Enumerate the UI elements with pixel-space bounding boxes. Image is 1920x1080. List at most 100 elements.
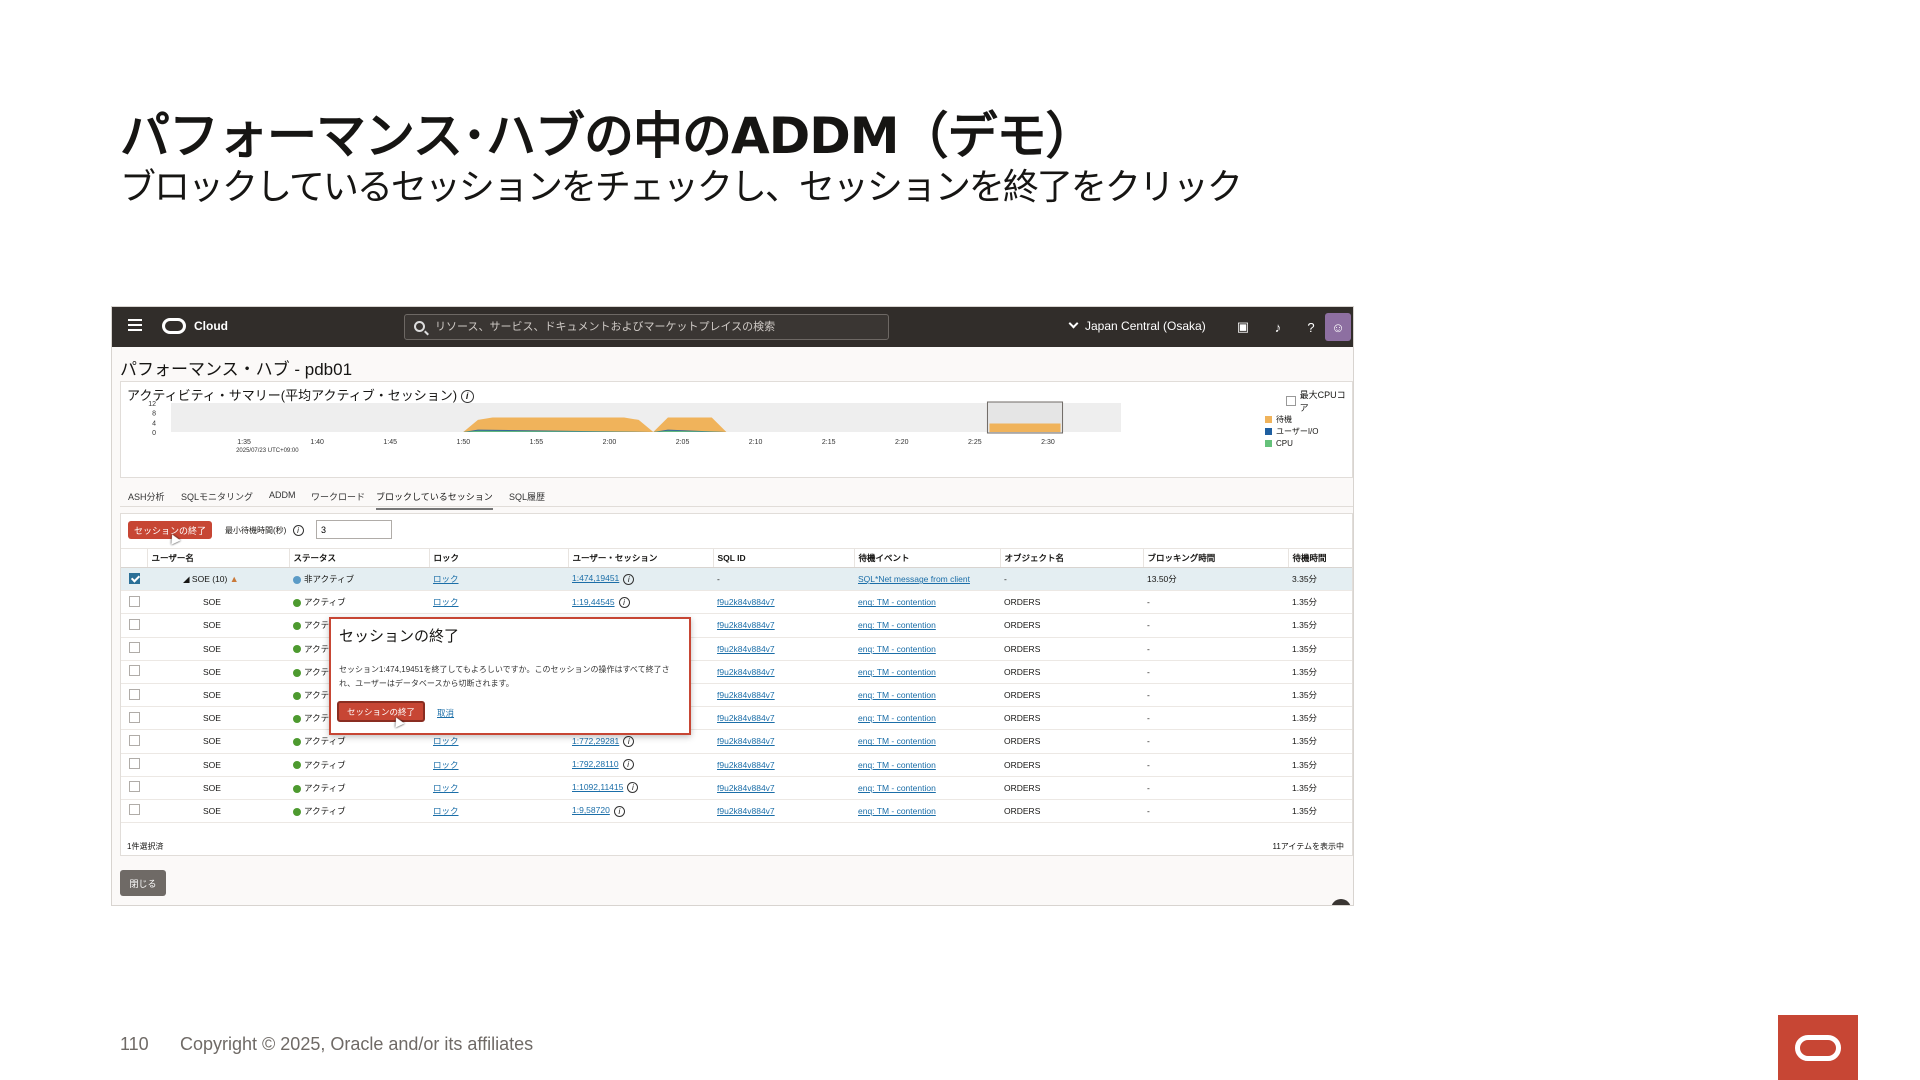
lock-link[interactable]: ロック: [433, 760, 459, 770]
wait-event-link[interactable]: enq: TM - contention: [858, 620, 936, 630]
table-row-parent[interactable]: ◢ SOE (10) ▲ 非アクティブ ロック 1:474,19451 i - S…: [121, 567, 1352, 592]
col-status[interactable]: ステータス: [288, 548, 429, 568]
lock-link[interactable]: ロック: [433, 736, 459, 746]
expand-icon[interactable]: ◢: [183, 574, 190, 584]
search-input[interactable]: [435, 318, 875, 336]
region-selector[interactable]: Japan Central (Osaka): [1068, 318, 1206, 333]
sql-id-link[interactable]: f9u2k84v884v7: [717, 690, 775, 700]
table-row[interactable]: SOE アクティブ ロック 1:792,28110 i f9u2k84v884v7 enq:…: [121, 753, 1352, 777]
sql-id-link[interactable]: f9u2k84v884v7: [717, 667, 775, 677]
row-checkbox[interactable]: [129, 804, 140, 816]
col-wait-time[interactable]: 待機時間: [1287, 548, 1352, 568]
table-row[interactable]: SOEアクティブロックf9u2k84v884v7enq: TM - conten…: [121, 683, 1352, 708]
wait-event-link[interactable]: enq: TM - contention: [858, 597, 936, 607]
brand-label[interactable]: Cloud: [194, 319, 228, 333]
row-checkbox[interactable]: [129, 618, 140, 630]
session-link[interactable]: 1:792,28110: [572, 759, 619, 769]
sql-id-link[interactable]: f9u2k84v884v7: [717, 713, 775, 723]
table-row[interactable]: SOEアクティブロックf9u2k84v884v7enq: TM - conten…: [121, 637, 1352, 661]
tab-sql-history[interactable]: SQL履歴: [509, 490, 545, 503]
session-link[interactable]: 1:19,44545: [572, 597, 615, 607]
col-blocking-time[interactable]: ブロッキング時間: [1142, 548, 1288, 568]
global-search[interactable]: [404, 314, 889, 340]
sql-id-link[interactable]: f9u2k84v884v7: [717, 736, 775, 746]
info-icon[interactable]: i: [623, 736, 635, 748]
menu-icon[interactable]: [128, 319, 142, 331]
wait-event-link[interactable]: enq: TM - contention: [858, 690, 936, 700]
oracle-logo-icon[interactable]: [162, 318, 186, 334]
row-checkbox[interactable]: [129, 642, 140, 654]
info-icon[interactable]: i: [623, 573, 635, 585]
wait-event-link[interactable]: enq: TM - contention: [858, 713, 936, 723]
activity-chart[interactable]: 12 8 4 0 1:35 1:40 1:45 1:50 1:55 2:00 2:05 2:10 2:1…: [121, 382, 1354, 479]
status-cell: アクティブ: [304, 759, 346, 770]
col-sql-id[interactable]: SQL ID: [712, 548, 854, 568]
x-tick-label: 2:00: [603, 439, 617, 446]
col-lock[interactable]: ロック: [428, 548, 568, 568]
wait-event-link[interactable]: SQL*Net message from client: [858, 574, 970, 584]
lock-link[interactable]: ロック: [433, 574, 459, 584]
lock-link[interactable]: ロック: [433, 783, 459, 793]
wait-event-link[interactable]: enq: TM - contention: [858, 736, 936, 746]
row-checkbox[interactable]: [129, 781, 140, 793]
lock-link[interactable]: ロック: [433, 597, 459, 607]
inactive-status-icon: [293, 575, 301, 584]
cloud-shell-icon[interactable]: ▣: [1234, 318, 1252, 336]
info-icon[interactable]: i: [622, 759, 634, 771]
confirm-kill-button[interactable]: セッションの終了: [337, 701, 425, 722]
wait-event-link[interactable]: enq: TM - contention: [858, 783, 936, 793]
row-checkbox[interactable]: [129, 688, 140, 700]
info-icon[interactable]: i: [292, 525, 304, 537]
cancel-link[interactable]: 取消: [437, 707, 454, 719]
row-checkbox[interactable]: [129, 711, 140, 723]
row-checkbox[interactable]: [129, 758, 140, 770]
col-wait-event[interactable]: 待機イベント: [853, 548, 1000, 568]
help-icon[interactable]: ?: [1302, 318, 1320, 336]
sql-id-link[interactable]: f9u2k84v884v7: [717, 806, 775, 816]
table-row[interactable]: SOE アクティブ ロック 1:19,44545 i f9u2k84v884v7 enq: …: [121, 590, 1352, 615]
col-object[interactable]: オブジェクト名: [999, 548, 1143, 568]
tab-addm[interactable]: ADDM: [269, 490, 296, 500]
row-checkbox[interactable]: [129, 572, 140, 584]
bell-icon[interactable]: ♪: [1269, 318, 1287, 336]
session-link[interactable]: 1:1092,11415: [572, 782, 623, 792]
lock-link[interactable]: ロック: [433, 806, 459, 816]
session-link[interactable]: 1:9,58720: [572, 805, 610, 815]
table-row[interactable]: SOE アクティブ ロック 1:1092,11415 i f9u2k84v884v7 enq…: [121, 776, 1352, 800]
info-icon[interactable]: i: [618, 596, 630, 608]
close-button[interactable]: 閉じる: [120, 870, 166, 896]
wait-event-link[interactable]: enq: TM - contention: [858, 760, 936, 770]
x-tick-label: 1:40: [310, 439, 324, 446]
sql-id-link[interactable]: f9u2k84v884v7: [717, 644, 775, 654]
info-icon[interactable]: i: [627, 782, 639, 794]
row-checkbox[interactable]: [129, 595, 140, 607]
sql-id-link[interactable]: f9u2k84v884v7: [717, 783, 775, 793]
session-link[interactable]: 1:772,29281: [572, 736, 619, 746]
object-cell: ORDERS: [1000, 683, 1143, 708]
wait-event-link[interactable]: enq: TM - contention: [858, 667, 936, 677]
table-row[interactable]: SOEアクティブロックf9u2k84v884v7enq: TM - conten…: [121, 660, 1352, 684]
session-link[interactable]: 1:474,19451: [572, 573, 619, 583]
table-row[interactable]: SOEアクティブロックf9u2k84v884v7enq: TM - conten…: [121, 613, 1352, 638]
table-row[interactable]: SOE アクティブ ロック 1:772,29281 i f9u2k84v884v7 enq:…: [121, 729, 1352, 754]
table-row[interactable]: SOEアクティブロックf9u2k84v884v7enq: TM - conten…: [121, 706, 1352, 731]
legend-user-io: ユーザーI/O: [1265, 426, 1319, 438]
tab-ash[interactable]: ASH分析: [128, 490, 165, 503]
sql-id-link[interactable]: f9u2k84v884v7: [717, 620, 775, 630]
info-icon[interactable]: i: [613, 805, 625, 817]
wait-event-link[interactable]: enq: TM - contention: [858, 806, 936, 816]
feedback-icon[interactable]: [1331, 899, 1351, 905]
min-wait-input[interactable]: [316, 520, 392, 539]
row-checkbox[interactable]: [129, 734, 140, 746]
sql-id-link[interactable]: f9u2k84v884v7: [717, 597, 775, 607]
tab-blocking-sessions[interactable]: ブロックしているセッション: [376, 490, 493, 510]
profile-icon[interactable]: ☺: [1325, 313, 1351, 341]
tab-workload[interactable]: ワークロード: [311, 490, 365, 503]
wait-event-link[interactable]: enq: TM - contention: [858, 644, 936, 654]
col-session[interactable]: ユーザー・セッション: [567, 548, 713, 568]
row-checkbox[interactable]: [129, 665, 140, 677]
col-user[interactable]: ユーザー名: [146, 548, 289, 568]
sql-id-link[interactable]: f9u2k84v884v7: [717, 760, 775, 770]
tab-sql-monitoring[interactable]: SQLモニタリング: [181, 490, 253, 503]
table-row[interactable]: SOE アクティブ ロック 1:9,58720 i f9u2k84v884v7 enq: T…: [121, 799, 1352, 824]
